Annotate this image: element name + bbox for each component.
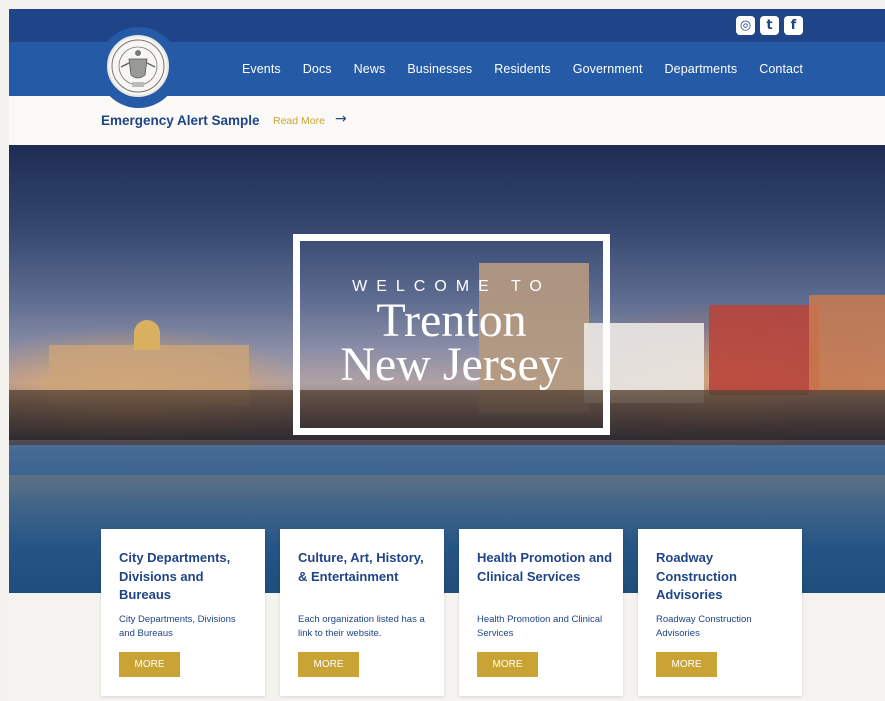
primary-nav: Events Docs News Businesses Residents Go… [220,42,803,96]
nav-events[interactable]: Events [242,62,281,76]
hero-banner: WELCOME TO Trenton New Jersey [9,145,885,593]
alert-read-more-link[interactable]: Read More [273,115,325,127]
more-button[interactable]: MORE [656,652,717,677]
red-building [709,305,819,395]
page: ◎ t f Events Docs News Businesses Reside… [9,9,885,701]
card-title[interactable]: Health Promotion and Clinical Services [477,549,615,586]
capitol-dome [134,320,160,350]
card-title[interactable]: City Departments, Divisions and Bureaus [119,549,257,605]
card-city-departments: City Departments, Divisions and Bureaus … [101,529,265,696]
alert-title: Emergency Alert Sample [101,113,260,128]
nav-government[interactable]: Government [573,62,643,76]
nav-residents[interactable]: Residents [494,62,551,76]
card-title[interactable]: Roadway Construction Advisories [656,549,794,605]
city-name: Trenton New Jersey [260,294,643,391]
city-name-line1: Trenton [376,294,527,347]
instagram-icon[interactable]: ◎ [736,16,755,35]
card-health-promotion: Health Promotion and Clinical Services H… [459,529,623,696]
more-button[interactable]: MORE [477,652,538,677]
card-description: Each organization listed has a link to t… [298,614,425,639]
feature-cards: City Departments, Divisions and Bureaus … [101,529,802,696]
facebook-icon[interactable]: f [784,16,803,35]
card-description: Health Promotion and Clinical Services [477,614,603,639]
twitter-icon[interactable]: t [760,16,779,35]
more-button[interactable]: MORE [119,652,180,677]
welcome-frame: WELCOME TO Trenton New Jersey [293,234,610,435]
city-name-line2: New Jersey [340,338,563,391]
nav-news[interactable]: News [354,62,386,76]
card-description: Roadway Construction Advisories [656,614,752,639]
card-culture-art: Culture, Art, History, & Entertainment E… [280,529,444,696]
nav-contact[interactable]: Contact [759,62,803,76]
nav-docs[interactable]: Docs [303,62,332,76]
nav-businesses[interactable]: Businesses [407,62,472,76]
seal-icon [107,35,169,97]
city-seal-logo[interactable] [98,27,179,108]
card-title[interactable]: Culture, Art, History, & Entertainment [298,549,436,586]
card-roadway-construction: Roadway Construction Advisories Roadway … [638,529,802,696]
more-button[interactable]: MORE [298,652,359,677]
card-description: City Departments, Divisions and Bureaus [119,614,236,639]
arrow-right-icon[interactable]: → [335,111,347,127]
nav-departments[interactable]: Departments [665,62,738,76]
tan-building [809,295,885,395]
social-links: ◎ t f [736,16,803,35]
